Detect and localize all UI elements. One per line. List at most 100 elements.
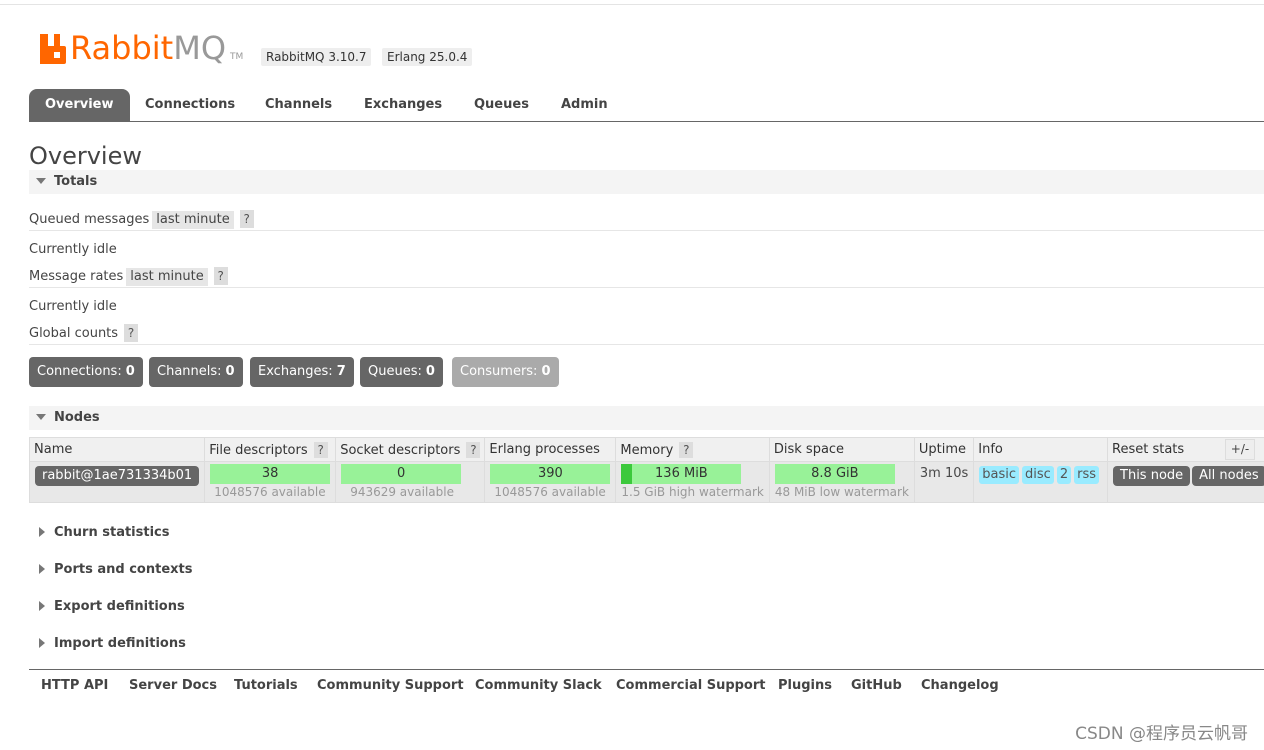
message-rates-help-button[interactable]: ? <box>213 267 228 285</box>
memory-value: 136 MiB <box>655 466 708 481</box>
logo-text-mq: MQ <box>173 29 226 67</box>
import-definitions-section[interactable]: Import definitions <box>37 633 186 655</box>
node-name-link[interactable]: rabbit@1ae731334b01 <box>35 466 200 486</box>
reset-this-node-button[interactable]: This node <box>1113 466 1191 486</box>
export-definitions-section[interactable]: Export definitions <box>37 596 185 618</box>
queued-messages-idle-text: Currently idle <box>29 242 117 257</box>
memory-cell: 136 MiB 1.5 GiB high watermark <box>615 461 770 503</box>
column-header-file-descriptors: File descriptors? <box>204 437 337 462</box>
queues-count-button[interactable]: Queues: 0 <box>360 357 443 387</box>
erlang-processes-available: 1048576 available <box>494 485 606 499</box>
column-header-memory: Memory? <box>615 437 770 462</box>
uptime-value: 3m 10s <box>919 466 969 481</box>
erlang-processes-cell: 390 1048576 available <box>484 461 617 503</box>
expanded-triangle-icon <box>36 414 46 420</box>
column-header-disk-space: Disk space <box>768 437 915 462</box>
socket-descriptors-help-button[interactable]: ? <box>466 441 481 458</box>
connections-count-value: 0 <box>125 364 135 379</box>
collapsed-triangle-icon <box>39 526 45 537</box>
disk-space-bar: 8.8 GiB <box>774 464 895 484</box>
footer-link-community-support[interactable]: Community Support <box>317 676 464 696</box>
footer-link-plugins[interactable]: Plugins <box>778 676 832 696</box>
footer-divider <box>29 669 1264 670</box>
column-header-erlang-processes: Erlang processes <box>484 437 617 462</box>
file-descriptors-cell: 38 1048576 available <box>204 461 337 503</box>
message-rates-period[interactable]: last minute <box>126 268 208 286</box>
footer-link-http-api[interactable]: HTTP API <box>41 676 108 696</box>
totals-heading: Totals <box>54 174 98 189</box>
logo-trademark: TM <box>230 52 244 62</box>
file-descriptors-header-label: File descriptors <box>209 442 308 458</box>
logo-text-rabbit: Rabbit <box>70 29 174 67</box>
column-header-uptime: Uptime <box>913 437 975 462</box>
footer-link-server-docs[interactable]: Server Docs <box>129 676 217 696</box>
column-header-info: Info <box>973 437 1109 462</box>
ports-and-contexts-section[interactable]: Ports and contexts <box>37 559 192 581</box>
exchanges-count-label: Exchanges: <box>258 364 333 379</box>
tab-queues[interactable]: Queues <box>458 89 545 121</box>
toggle-columns-button[interactable]: +/- <box>1225 439 1255 460</box>
connections-count-button[interactable]: Connections: 0 <box>29 357 143 387</box>
nodes-section-header[interactable]: Nodes <box>29 406 1264 430</box>
tab-channels[interactable]: Channels <box>249 89 348 121</box>
queued-messages-row: Queued messages last minute? <box>29 210 254 230</box>
channels-count-value: 0 <box>225 364 235 379</box>
socket-descriptors-cell: 0 943629 available <box>335 461 486 503</box>
info-cell: basic disc 2 rss <box>973 461 1109 503</box>
table-row: rabbit@1ae731334b01 38 1048576 available… <box>28 461 1264 503</box>
rabbitmq-version-badge: RabbitMQ 3.10.7 <box>261 48 372 66</box>
collapsed-triangle-icon <box>39 600 45 611</box>
consumers-count-button[interactable]: Consumers: 0 <box>452 357 559 387</box>
memory-help-button[interactable]: ? <box>679 441 694 458</box>
tab-overview[interactable]: Overview <box>29 89 130 121</box>
memory-header-label: Memory <box>620 442 674 458</box>
totals-section-header[interactable]: Totals <box>29 170 1264 194</box>
footer-link-tutorials[interactable]: Tutorials <box>234 676 298 696</box>
channels-count-button[interactable]: Channels: 0 <box>149 357 243 387</box>
top-border <box>0 4 1264 5</box>
tab-admin[interactable]: Admin <box>545 89 624 121</box>
erlang-version-badge: Erlang 25.0.4 <box>382 48 473 66</box>
nodes-table: Name File descriptors? Socket descriptor… <box>28 437 1264 503</box>
reset-all-nodes-button[interactable]: All nodes <box>1192 466 1264 486</box>
footer-link-github[interactable]: GitHub <box>851 676 902 696</box>
file-descriptors-bar: 38 <box>210 464 331 484</box>
main-nav-tabs: Overview Connections Channels Exchanges … <box>29 89 1264 122</box>
message-rates-label: Message rates <box>29 269 124 284</box>
expanded-triangle-icon <box>36 178 46 184</box>
memory-bar: 136 MiB <box>621 464 742 484</box>
uptime-cell: 3m 10s <box>913 461 975 503</box>
info-badge-count: 2 <box>1056 466 1072 484</box>
queued-messages-period[interactable]: last minute <box>152 211 234 229</box>
rabbit-logo-icon <box>40 34 66 64</box>
info-badge-disc: disc <box>1022 466 1054 484</box>
divider <box>29 230 1264 231</box>
churn-statistics-section[interactable]: Churn statistics <box>37 522 170 544</box>
footer-link-community-slack[interactable]: Community Slack <box>475 676 602 696</box>
file-descriptors-available: 1048576 available <box>214 485 326 499</box>
reset-stats-cell: This node All nodes <box>1107 461 1264 503</box>
file-descriptors-help-button[interactable]: ? <box>313 441 328 458</box>
disk-space-watermark: 48 MiB low watermark <box>774 485 909 499</box>
footer-link-commercial-support[interactable]: Commercial Support <box>616 676 766 696</box>
global-counts-label: Global counts <box>29 326 119 341</box>
socket-descriptors-bar: 0 <box>341 464 462 484</box>
erlang-processes-bar: 390 <box>490 464 611 484</box>
ports-and-contexts-label: Ports and contexts <box>54 562 193 577</box>
import-definitions-label: Import definitions <box>54 636 186 651</box>
tab-exchanges[interactable]: Exchanges <box>348 89 458 121</box>
tab-connections[interactable]: Connections <box>129 89 251 121</box>
memory-watermark: 1.5 GiB high watermark <box>621 485 764 499</box>
csdn-watermark: CSDN @程序员云帆哥 <box>1075 724 1248 744</box>
info-badge-rss: rss <box>1074 466 1100 484</box>
column-header-socket-descriptors: Socket descriptors? <box>335 437 486 462</box>
global-counts-help-button[interactable]: ? <box>124 324 139 342</box>
rabbitmq-logo[interactable]: RabbitMQ TM <box>40 30 243 64</box>
page-title: Overview <box>29 142 142 170</box>
exchanges-count-button[interactable]: Exchanges: 7 <box>250 357 354 387</box>
divider <box>29 287 1264 288</box>
nodes-heading: Nodes <box>54 410 100 425</box>
footer-link-changelog[interactable]: Changelog <box>921 676 999 696</box>
disk-space-cell: 8.8 GiB 48 MiB low watermark <box>768 461 915 503</box>
queued-messages-help-button[interactable]: ? <box>239 210 254 228</box>
